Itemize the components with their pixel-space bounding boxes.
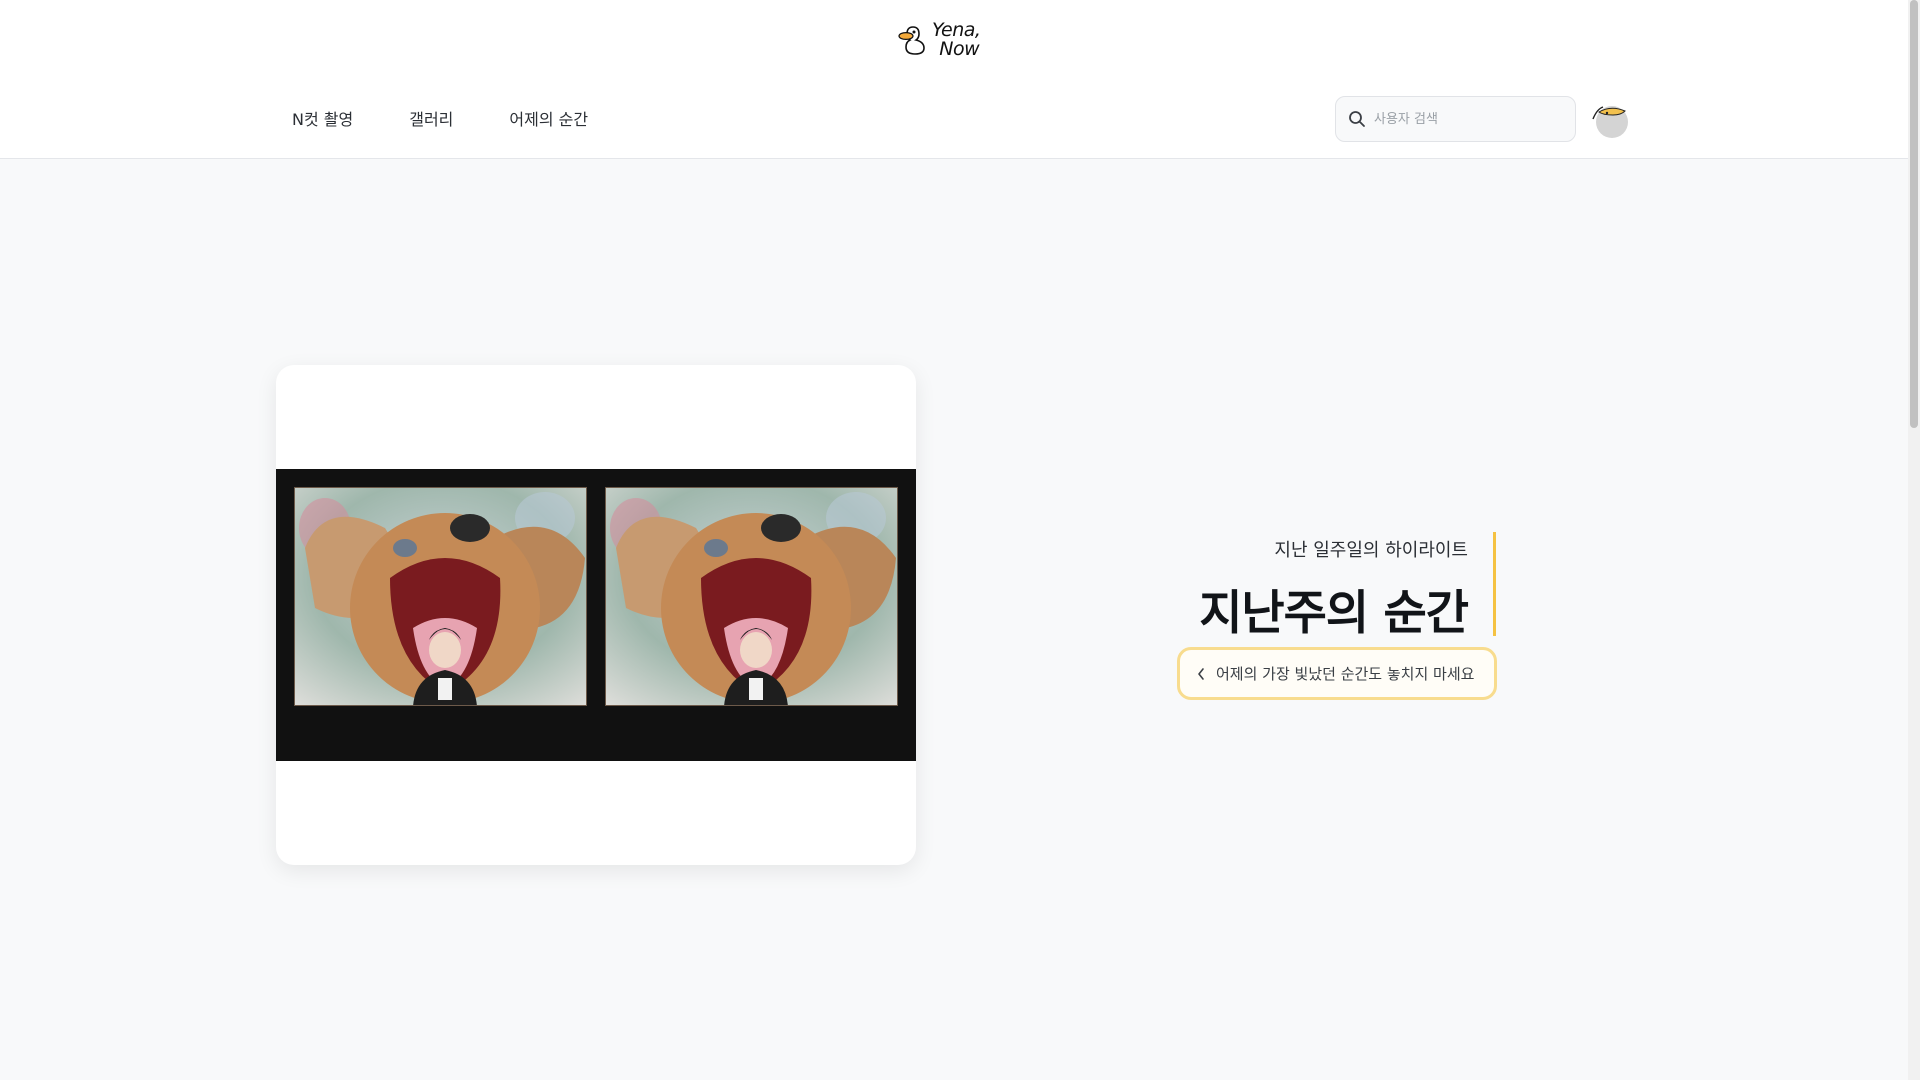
- yesterday-moment-button[interactable]: 어제의 가장 빛났던 순간도 놓치지 마세요: [1177, 647, 1497, 700]
- photo-frame-1[interactable]: [294, 487, 587, 706]
- photo-card[interactable]: [276, 365, 916, 865]
- search-icon: [1349, 111, 1365, 127]
- avatar[interactable]: [1591, 101, 1631, 139]
- photo-strip: [276, 469, 916, 761]
- hero-subtitle: 지난 일주일의 하이라이트: [1274, 540, 1468, 561]
- nav-item-yesterday[interactable]: 어제의 순간: [509, 106, 588, 130]
- photo-frame-2[interactable]: [605, 487, 898, 706]
- scrollbar-thumb[interactable]: [1910, 0, 1918, 428]
- main-nav: N컷 촬영 갤러리 어제의 순간: [292, 106, 588, 130]
- highlight-section: 지난 일주일의 하이라이트 지난주의 순간 어제의 가장 빛났던 순간도 놓치지…: [1160, 530, 1497, 700]
- hero-title: 지난주의 순간: [1199, 586, 1469, 641]
- nav-item-gallery[interactable]: 갤러리: [409, 106, 453, 130]
- duck-avatar-icon: [1592, 106, 1628, 138]
- logo-text: Yena, Now: [932, 21, 981, 60]
- search-input[interactable]: [1374, 111, 1564, 127]
- yesterday-moment-button-label: 어제의 가장 빛났던 순간도 놓치지 마세요: [1216, 665, 1475, 683]
- logo-line-2: Now: [939, 38, 980, 60]
- logo[interactable]: Yena, Now: [898, 18, 998, 62]
- photo-1: [295, 488, 586, 705]
- page-scrollbar[interactable]: [1908, 0, 1920, 1080]
- top-header: Yena, Now N컷 촬영 갤러리 어제의 순간: [0, 0, 1908, 159]
- user-search[interactable]: [1335, 96, 1576, 142]
- nav-item-ncut[interactable]: N컷 촬영: [292, 106, 353, 130]
- photo-2: [606, 488, 897, 705]
- chevron-left-icon: [1198, 667, 1204, 680]
- duck-logo-icon: [898, 26, 925, 55]
- accent-bar: [1493, 532, 1496, 636]
